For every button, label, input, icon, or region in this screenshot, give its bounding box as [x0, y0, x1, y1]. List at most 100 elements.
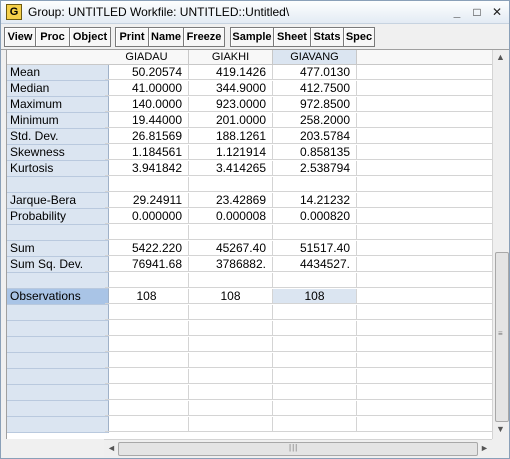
- table-cell[interactable]: [357, 401, 493, 416]
- table-cell[interactable]: [357, 353, 493, 368]
- table-cell[interactable]: 258.2000: [273, 113, 357, 128]
- table-cell[interactable]: 477.0130: [273, 65, 357, 80]
- scroll-right-icon[interactable]: ►: [480, 443, 489, 453]
- row-label[interactable]: [7, 177, 109, 193]
- table-cell[interactable]: [273, 401, 357, 416]
- table-cell[interactable]: 0.000000: [105, 209, 189, 224]
- column-header[interactable]: GIAKHI: [189, 50, 273, 65]
- stats-button[interactable]: Stats: [310, 27, 344, 47]
- row-label[interactable]: Median: [7, 81, 109, 97]
- table-cell[interactable]: 50.20574: [105, 65, 189, 80]
- table-cell[interactable]: [273, 369, 357, 384]
- row-label[interactable]: [7, 369, 109, 385]
- table-cell[interactable]: 203.5784: [273, 129, 357, 144]
- column-header[interactable]: GIADAU: [105, 50, 189, 65]
- minimize-icon[interactable]: _: [450, 5, 464, 19]
- row-label[interactable]: [7, 305, 109, 321]
- table-cell[interactable]: 3.414265: [189, 161, 273, 176]
- table-cell[interactable]: [357, 337, 493, 352]
- table-cell[interactable]: 1.184561: [105, 145, 189, 160]
- vertical-scroll-thumb[interactable]: ≡: [495, 252, 509, 422]
- sheet-button[interactable]: Sheet: [273, 27, 311, 47]
- table-cell[interactable]: [105, 273, 189, 288]
- print-button[interactable]: Print: [115, 27, 149, 47]
- table-cell[interactable]: [189, 401, 273, 416]
- table-cell[interactable]: [189, 273, 273, 288]
- row-label[interactable]: Skewness: [7, 145, 109, 161]
- table-cell[interactable]: [357, 241, 493, 256]
- title-bar[interactable]: G Group: UNTITLED Workfile: UNTITLED::Un…: [1, 1, 509, 24]
- table-cell[interactable]: 201.0000: [189, 113, 273, 128]
- table-cell[interactable]: [105, 305, 189, 320]
- row-label[interactable]: Minimum: [7, 113, 109, 129]
- table-cell[interactable]: [357, 417, 493, 432]
- table-cell[interactable]: 972.8500: [273, 97, 357, 112]
- table-cell[interactable]: 108: [273, 289, 357, 304]
- proc-button[interactable]: Proc: [35, 27, 70, 47]
- table-cell[interactable]: 140.0000: [105, 97, 189, 112]
- table-cell[interactable]: 344.9000: [189, 81, 273, 96]
- sample-button[interactable]: Sample: [230, 27, 274, 47]
- name-button[interactable]: Name: [148, 27, 184, 47]
- horizontal-scrollbar[interactable]: ◄ ||| ►: [104, 439, 492, 457]
- row-label[interactable]: [7, 273, 109, 289]
- table-cell[interactable]: [357, 225, 493, 240]
- table-cell[interactable]: 188.1261: [189, 129, 273, 144]
- table-cell[interactable]: 0.858135: [273, 145, 357, 160]
- table-cell[interactable]: [357, 193, 493, 208]
- scroll-up-icon[interactable]: ▲: [496, 52, 505, 62]
- row-label[interactable]: [7, 225, 109, 241]
- table-cell[interactable]: 23.42869: [189, 193, 273, 208]
- table-cell[interactable]: 0.000008: [189, 209, 273, 224]
- row-label[interactable]: Std. Dev.: [7, 129, 109, 145]
- table-cell[interactable]: 419.1426: [189, 65, 273, 80]
- table-cell[interactable]: 3786882.: [189, 257, 273, 272]
- table-cell[interactable]: [105, 321, 189, 336]
- table-cell[interactable]: [357, 81, 493, 96]
- row-label[interactable]: Observations: [7, 289, 109, 305]
- spec-button[interactable]: Spec: [343, 27, 375, 47]
- table-cell[interactable]: [189, 177, 273, 192]
- view-button[interactable]: View: [4, 27, 36, 47]
- table-cell[interactable]: [189, 385, 273, 400]
- table-cell[interactable]: [105, 417, 189, 432]
- row-label[interactable]: Sum Sq. Dev.: [7, 257, 109, 273]
- freeze-button[interactable]: Freeze: [183, 27, 225, 47]
- table-cell[interactable]: [357, 289, 493, 304]
- row-label[interactable]: Maximum: [7, 97, 109, 113]
- table-cell[interactable]: 29.24911: [105, 193, 189, 208]
- scroll-left-icon[interactable]: ◄: [107, 443, 116, 453]
- row-label[interactable]: Probability: [7, 209, 109, 225]
- table-cell[interactable]: [273, 305, 357, 320]
- table-cell[interactable]: [105, 369, 189, 384]
- table-cell[interactable]: [273, 273, 357, 288]
- table-cell[interactable]: 19.44000: [105, 113, 189, 128]
- table-cell[interactable]: 412.7500: [273, 81, 357, 96]
- table-cell[interactable]: [357, 161, 493, 176]
- row-label[interactable]: Mean: [7, 65, 109, 81]
- table-cell[interactable]: [357, 273, 493, 288]
- table-cell[interactable]: [273, 417, 357, 432]
- table-cell[interactable]: [189, 353, 273, 368]
- table-cell[interactable]: 5422.220: [105, 241, 189, 256]
- row-label[interactable]: [7, 337, 109, 353]
- table-cell[interactable]: [357, 113, 493, 128]
- row-label[interactable]: [7, 321, 109, 337]
- table-cell[interactable]: [105, 401, 189, 416]
- table-cell[interactable]: [105, 225, 189, 240]
- table-cell[interactable]: 26.81569: [105, 129, 189, 144]
- table-cell[interactable]: [357, 305, 493, 320]
- table-cell[interactable]: [273, 353, 357, 368]
- table-cell[interactable]: 108: [189, 289, 273, 304]
- row-label[interactable]: [7, 353, 109, 369]
- table-cell[interactable]: [273, 321, 357, 336]
- vertical-scrollbar[interactable]: ▲ ≡ ▼: [492, 50, 509, 439]
- table-cell[interactable]: [357, 97, 493, 112]
- table-cell[interactable]: [357, 65, 493, 80]
- column-header-empty[interactable]: [357, 50, 493, 65]
- table-cell[interactable]: [357, 145, 493, 160]
- row-label[interactable]: Sum: [7, 241, 109, 257]
- table-cell[interactable]: [189, 369, 273, 384]
- table-cell[interactable]: [357, 321, 493, 336]
- table-cell[interactable]: [357, 209, 493, 224]
